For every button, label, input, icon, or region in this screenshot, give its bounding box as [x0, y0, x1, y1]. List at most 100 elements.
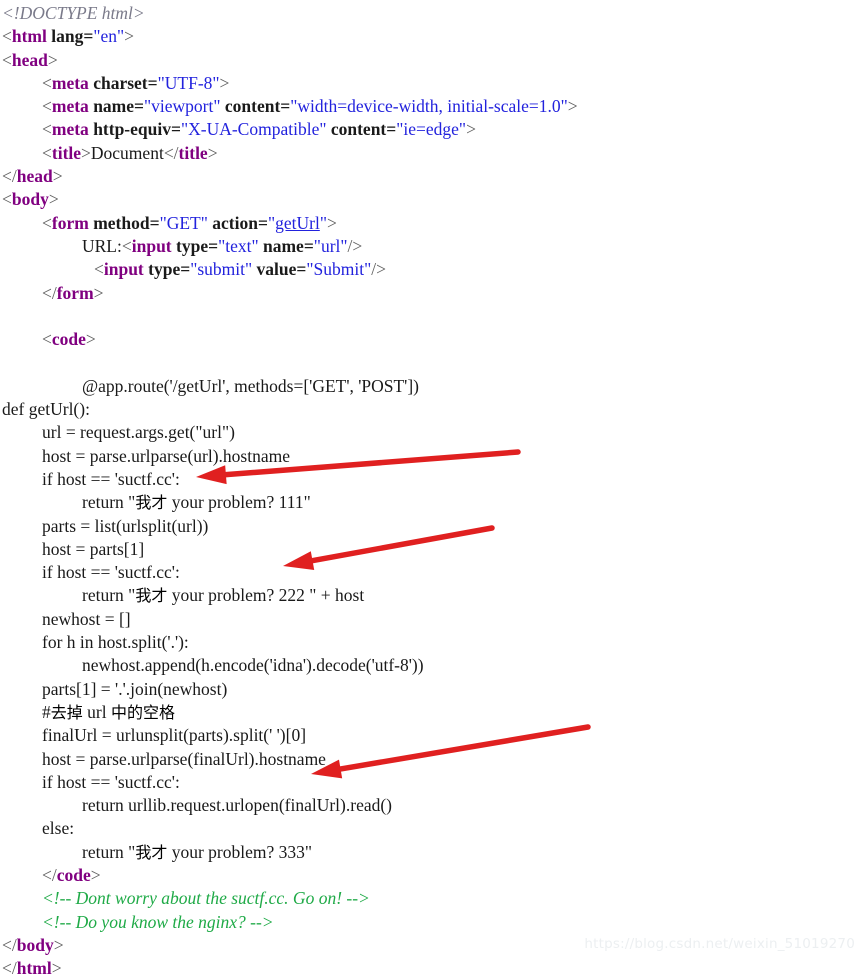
- code-token: "viewport": [144, 96, 221, 117]
- code-token: >: [93, 282, 104, 303]
- code-line: </html>: [2, 957, 863, 980]
- code-token: host = parse.urlparse(finalUrl).hostname: [42, 748, 326, 769]
- code-token: host = parse.urlparse(url).hostname: [42, 445, 290, 466]
- code-token: >: [53, 934, 64, 955]
- code-token: method: [93, 212, 150, 233]
- code-token: name: [262, 235, 304, 256]
- code-token: newhost.append(h.encode('idna').decode('…: [82, 655, 424, 676]
- code-token: </: [2, 166, 17, 187]
- code-token: return ": [82, 841, 136, 862]
- code-token: <: [94, 259, 104, 280]
- code-token: </: [2, 958, 17, 979]
- code-token: @app.route('/getUrl', methods=['GET', 'P…: [82, 375, 419, 396]
- code-token: 中的空格: [110, 702, 175, 722]
- code-token: type: [148, 259, 181, 280]
- code-token: =: [296, 259, 307, 280]
- code-token: meta: [51, 72, 89, 93]
- code-token: head: [16, 166, 53, 187]
- code-token: =: [147, 72, 158, 93]
- code-token: >: [207, 142, 218, 163]
- code-line: else:: [2, 817, 863, 840]
- code-token: content: [224, 96, 281, 117]
- code-token: />: [371, 259, 386, 280]
- code-token[interactable]: getUrl: [275, 213, 320, 233]
- code-token: return urllib.request.urlopen(finalUrl).…: [82, 795, 393, 816]
- code-line: if host == 'suctf.cc':: [2, 771, 863, 794]
- code-token: charset: [93, 72, 148, 93]
- code-line: </form>: [2, 282, 863, 305]
- code-token: form: [51, 212, 89, 233]
- code-token: if host == 'suctf.cc':: [42, 468, 180, 489]
- code-line: host = parse.urlparse(finalUrl).hostname: [2, 748, 863, 771]
- code-token: >: [326, 212, 337, 233]
- code-token: def getUrl():: [2, 399, 90, 420]
- code-token: "text": [218, 235, 259, 256]
- code-token: =: [149, 212, 160, 233]
- code-token: <: [2, 49, 12, 70]
- code-token: form: [56, 282, 94, 303]
- code-token: <: [42, 72, 52, 93]
- code-token: =: [83, 26, 94, 47]
- code-token: url: [82, 701, 111, 722]
- code-token: action: [212, 212, 258, 233]
- code-token: <!-- Dont worry about the suctf.cc. Go o…: [42, 888, 370, 909]
- code-line: parts = list(urlsplit(url)): [2, 515, 863, 538]
- code-token: body: [16, 934, 54, 955]
- code-token: >: [52, 166, 63, 187]
- code-token: =: [134, 96, 144, 117]
- code-token: url = request.args.get("url"): [42, 422, 235, 443]
- code-token: >: [85, 329, 96, 350]
- code-token: name: [93, 96, 135, 117]
- code-token: <: [2, 26, 12, 47]
- code-line: newhost = []: [2, 608, 863, 631]
- code-token: >: [51, 958, 62, 979]
- code-line: for h in host.split('.'):: [2, 631, 863, 654]
- code-token: >: [48, 189, 59, 210]
- code-line: parts[1] = '.'.join(newhost): [2, 678, 863, 701]
- code-token: head: [11, 49, 48, 70]
- code-token: return ": [82, 585, 136, 606]
- code-line: <meta http-equiv="X-UA-Compatible" conte…: [2, 118, 863, 141]
- code-token: "ie=edge": [396, 119, 467, 140]
- code-token: code: [56, 864, 91, 885]
- code-token: =: [180, 259, 191, 280]
- code-token: meta: [51, 96, 89, 117]
- code-token: return ": [82, 492, 136, 513]
- code-token: </: [2, 934, 17, 955]
- code-line: <meta name="viewport" content="width=dev…: [2, 95, 863, 118]
- code-line: finalUrl = urlunsplit(parts).split(' ')[…: [2, 724, 863, 747]
- code-token: "submit": [190, 259, 253, 280]
- code-token: "url": [313, 235, 348, 256]
- code-line: <head>: [2, 49, 863, 72]
- code-token: your problem? 333": [167, 841, 313, 862]
- code-token: title: [178, 142, 208, 163]
- code-listing: <!DOCTYPE html> <html lang="en"> <head> <me…: [0, 0, 863, 978]
- code-token: meta: [51, 119, 89, 140]
- code-token: body: [11, 189, 49, 210]
- code-line: <code>: [2, 328, 863, 351]
- code-token: lang: [51, 26, 84, 47]
- code-token: 我才: [135, 586, 168, 606]
- code-line: def getUrl():: [2, 398, 863, 421]
- code-token: input: [131, 235, 172, 256]
- code-line: </head>: [2, 165, 863, 188]
- code-token: <: [2, 189, 12, 210]
- code-token: host = parts[1]: [42, 538, 145, 559]
- code-token: Document: [90, 142, 164, 163]
- code-line: if host == 'suctf.cc':: [2, 468, 863, 491]
- code-line: <title>Document</title>: [2, 142, 863, 165]
- code-token: content: [330, 119, 387, 140]
- code-token: =: [208, 235, 219, 256]
- code-line: return "我才 your problem? 222 " + host: [2, 584, 863, 607]
- code-token: input: [103, 259, 144, 280]
- code-token: if host == 'suctf.cc':: [42, 562, 180, 583]
- code-token: <: [42, 96, 52, 117]
- code-token: =: [280, 96, 291, 117]
- code-token: >: [567, 96, 578, 117]
- code-token: code: [51, 329, 86, 350]
- code-token: "width=device-width, initial-scale=1.0": [290, 96, 568, 117]
- code-token: >: [219, 72, 230, 93]
- code-token: />: [347, 235, 363, 256]
- code-token: <: [42, 119, 52, 140]
